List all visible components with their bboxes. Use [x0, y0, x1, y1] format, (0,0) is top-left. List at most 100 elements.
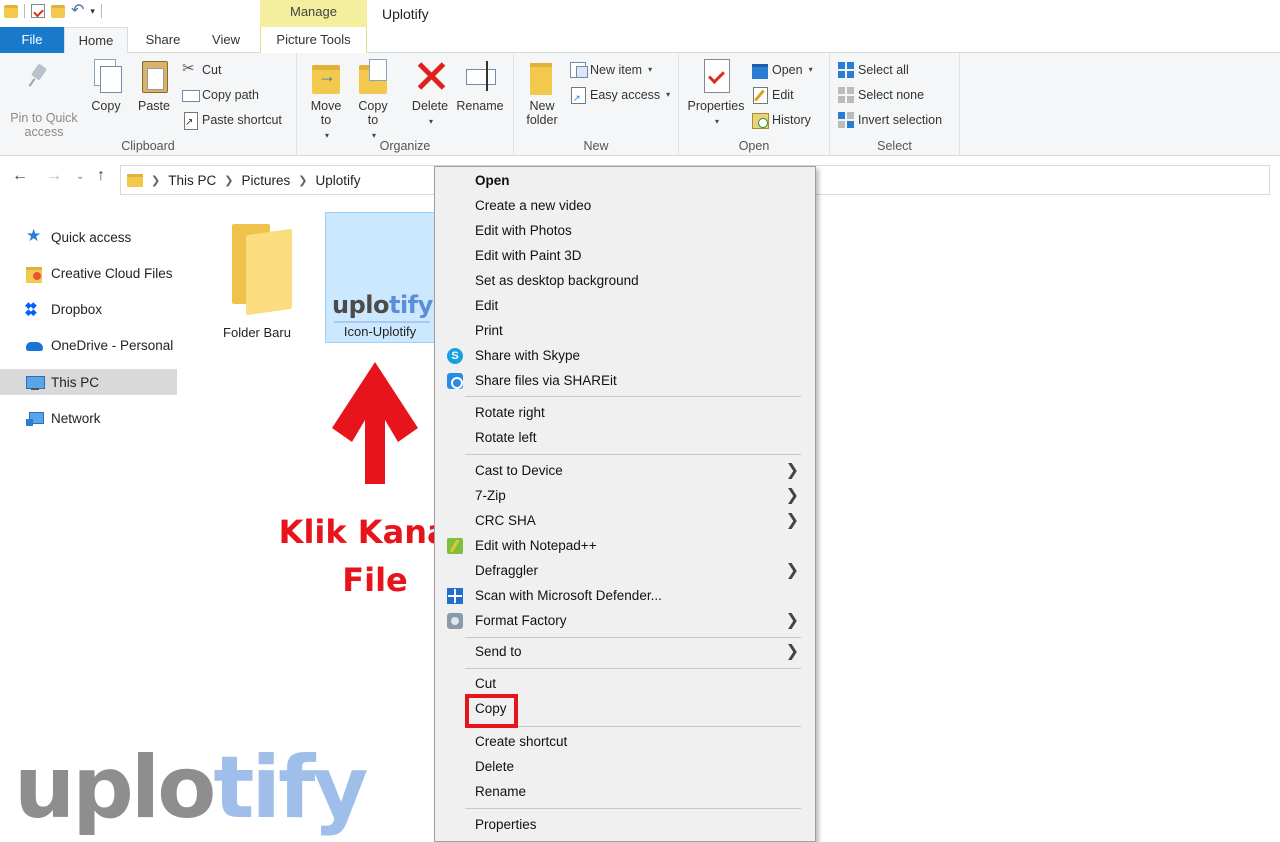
undo-icon[interactable]: ↶	[71, 3, 84, 19]
back-arrow-icon[interactable]: ←	[12, 167, 28, 185]
notepad-plus-plus-icon	[447, 538, 463, 554]
tab-file[interactable]: File	[0, 27, 64, 53]
menu-item-crc-sha[interactable]: CRC SHA ❯	[437, 509, 813, 533]
folder-icon	[232, 224, 290, 304]
menu-separator	[465, 396, 801, 397]
sidebar-item-label: Creative Cloud Files	[51, 265, 173, 281]
watermark-text: uplo	[14, 738, 216, 838]
breadcrumb-pictures[interactable]: Pictures	[241, 173, 290, 188]
easy-access-button[interactable]: Easy access ▾	[570, 85, 670, 108]
invert-selection-button[interactable]: Invert selection	[838, 110, 942, 130]
menu-item-scan-with-defender[interactable]: Scan with Microsoft Defender...	[437, 584, 813, 608]
sidebar-item-label: Dropbox	[51, 301, 103, 317]
window-title: Uplotify	[382, 6, 429, 22]
onedrive-cloud-icon	[26, 337, 43, 354]
menu-item-format-factory[interactable]: Format Factory ❯	[437, 609, 813, 633]
sidebar-item-label: Network	[51, 410, 101, 426]
new-folder-icon[interactable]	[51, 4, 65, 18]
breadcrumb-chevron-icon[interactable]: ❯	[298, 174, 307, 187]
up-arrow-icon[interactable]: ↑	[97, 167, 105, 185]
breadcrumb-uplotify[interactable]: Uplotify	[315, 173, 360, 188]
breadcrumb-chevron-icon[interactable]: ❯	[224, 174, 233, 187]
folder-icon	[127, 173, 143, 187]
copy-icon	[90, 59, 122, 93]
pin-to-quick-access-button[interactable]: Pin to Quick access	[6, 59, 82, 139]
menu-separator	[465, 454, 801, 455]
menu-item-edit-with-notepad-plus-plus[interactable]: Edit with Notepad++	[437, 534, 813, 558]
menu-item-7-zip[interactable]: 7-Zip ❯	[437, 484, 813, 508]
copy-path-button[interactable]: Copy path	[182, 85, 259, 105]
new-folder-button[interactable]: New folder	[518, 59, 566, 127]
menu-item-open[interactable]: Open	[437, 169, 813, 193]
paste-shortcut-button[interactable]: Paste shortcut	[182, 110, 282, 133]
open-icon	[752, 62, 768, 79]
new-folder-icon	[526, 59, 558, 95]
menu-item-rename[interactable]: Rename	[437, 780, 813, 804]
menu-item-edit-with-paint-3d[interactable]: Edit with Paint 3D	[437, 244, 813, 268]
menu-item-label: Scan with Microsoft Defender...	[475, 588, 662, 603]
tab-share[interactable]: Share	[136, 27, 190, 53]
copy-to-button[interactable]: Copy to ▾	[352, 59, 394, 143]
paste-button[interactable]: Paste	[134, 59, 174, 113]
menu-item-edit-with-photos[interactable]: Edit with Photos	[437, 219, 813, 243]
menu-item-label: Edit with Notepad++	[475, 538, 597, 553]
move-to-button[interactable]: Move to▾	[305, 59, 347, 143]
menu-item-set-desktop-background[interactable]: Set as desktop background	[437, 269, 813, 293]
delete-button[interactable]: Delete ▾	[408, 59, 452, 129]
select-all-button[interactable]: Select all	[838, 60, 909, 80]
manage-tab-group[interactable]: Manage	[260, 0, 367, 27]
thumbnail-text: tify	[388, 291, 433, 319]
menu-item-send-to[interactable]: Send to ❯	[437, 640, 813, 664]
menu-item-share-with-skype[interactable]: S Share with Skype	[437, 344, 813, 368]
menu-item-defraggler[interactable]: Defraggler ❯	[437, 559, 813, 583]
recent-locations-chevron-icon[interactable]: ⌄	[76, 171, 84, 182]
properties-button[interactable]: Properties ▾	[683, 59, 749, 129]
cut-button[interactable]: Cut	[182, 59, 221, 80]
menu-item-cut[interactable]: Cut	[437, 672, 813, 696]
sidebar-item-network[interactable]: Network	[0, 405, 177, 431]
copy-button[interactable]: Copy	[86, 59, 126, 113]
breadcrumb-chevron-icon[interactable]: ❯	[151, 174, 160, 187]
sidebar-item-quick-access[interactable]: Quick access	[0, 224, 177, 250]
history-button[interactable]: History	[752, 110, 811, 130]
sidebar-item-this-pc[interactable]: This PC	[0, 369, 177, 395]
sidebar-item-creative-cloud[interactable]: Creative Cloud Files	[0, 260, 177, 286]
select-group: Select all Select none Invert selection …	[830, 53, 960, 156]
tab-view[interactable]: View	[200, 27, 252, 53]
new-item-button[interactable]: New item ▾	[570, 60, 652, 80]
sidebar-item-dropbox[interactable]: Dropbox	[0, 296, 177, 322]
rename-button[interactable]: Rename	[455, 59, 505, 113]
menu-item-edit[interactable]: Edit	[437, 294, 813, 318]
menu-item-delete[interactable]: Delete	[437, 755, 813, 779]
tab-home[interactable]: Home	[64, 27, 128, 54]
edit-button[interactable]: Edit	[752, 85, 794, 105]
open-button[interactable]: Open ▾	[752, 60, 813, 80]
file-item-folder-baru[interactable]: Folder Baru	[202, 212, 312, 343]
menu-item-label: Format Factory	[475, 613, 567, 628]
menu-item-print[interactable]: Print	[437, 319, 813, 343]
tab-picture-tools[interactable]: Picture Tools	[260, 27, 367, 53]
easy-access-label: Easy access	[590, 88, 661, 102]
chevron-right-icon: ❯	[785, 612, 799, 629]
paste-shortcut-label: Paste shortcut	[202, 113, 282, 127]
menu-item-properties[interactable]: Properties	[437, 813, 813, 837]
select-none-button[interactable]: Select none	[838, 85, 924, 105]
menu-item-rotate-right[interactable]: Rotate right	[437, 401, 813, 425]
breadcrumb-this-pc[interactable]: This PC	[168, 173, 216, 188]
organize-group: Move to▾ Copy to▾ Delete ▾ Rename Organiz…	[297, 53, 514, 156]
menu-item-cast-to-device[interactable]: Cast to Device ❯	[437, 459, 813, 483]
open-group: Properties ▾ Open ▾ Edit History Open	[679, 53, 830, 156]
file-item-icon-uplotify[interactable]: uplotify Icon-Uplotify	[325, 212, 435, 343]
properties-check-icon[interactable]	[31, 4, 45, 18]
menu-item-share-via-shareit[interactable]: Share files via SHAREit	[437, 369, 813, 393]
forward-arrow-icon[interactable]: →	[46, 167, 62, 185]
delete-label: Delete	[411, 99, 449, 113]
thumbnail-text: uplo	[332, 291, 389, 319]
invert-selection-icon	[838, 112, 854, 128]
menu-item-create-new-video[interactable]: Create a new video	[437, 194, 813, 218]
shareit-icon	[447, 373, 463, 389]
menu-item-rotate-left[interactable]: Rotate left	[437, 426, 813, 450]
menu-item-create-shortcut[interactable]: Create shortcut	[437, 730, 813, 754]
customize-toolbar-chevron-icon[interactable]: ▾	[90, 6, 95, 17]
sidebar-item-onedrive[interactable]: OneDrive - Personal	[0, 332, 177, 358]
